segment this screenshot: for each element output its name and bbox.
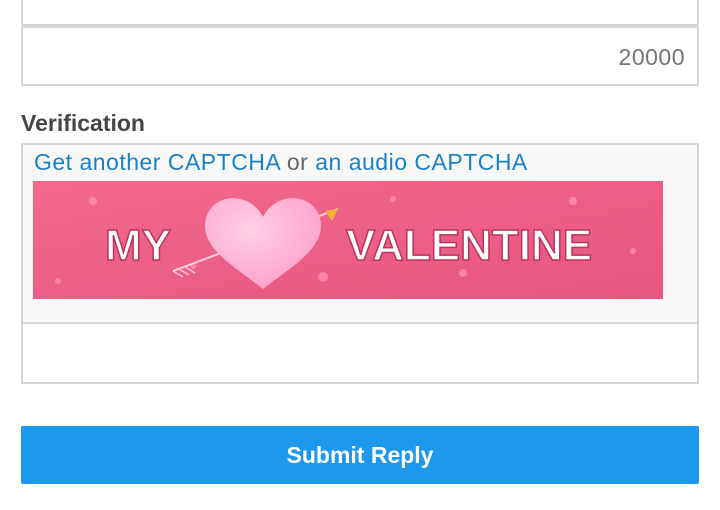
audio-captcha-link[interactable]: an audio CAPTCHA [315, 149, 528, 175]
captcha-text-right: VALENTINE [346, 221, 592, 270]
amount-value: 20000 [618, 44, 685, 70]
captcha-container: Get another CAPTCHA or an audio CAPTCHA [21, 143, 699, 324]
previous-input-field[interactable] [21, 0, 699, 26]
captcha-image: MY VALENTINE [33, 181, 663, 299]
amount-field[interactable]: 20000 [21, 26, 699, 86]
verification-label: Verification [21, 110, 145, 136]
get-another-captcha-link[interactable]: Get another CAPTCHA [34, 149, 280, 175]
submit-reply-button[interactable]: Submit Reply [21, 426, 699, 484]
captcha-answer-input[interactable] [21, 322, 699, 384]
captcha-separator: or [286, 149, 309, 175]
captcha-links: Get another CAPTCHA or an audio CAPTCHA [34, 149, 528, 176]
captcha-text-left: MY [105, 221, 171, 270]
